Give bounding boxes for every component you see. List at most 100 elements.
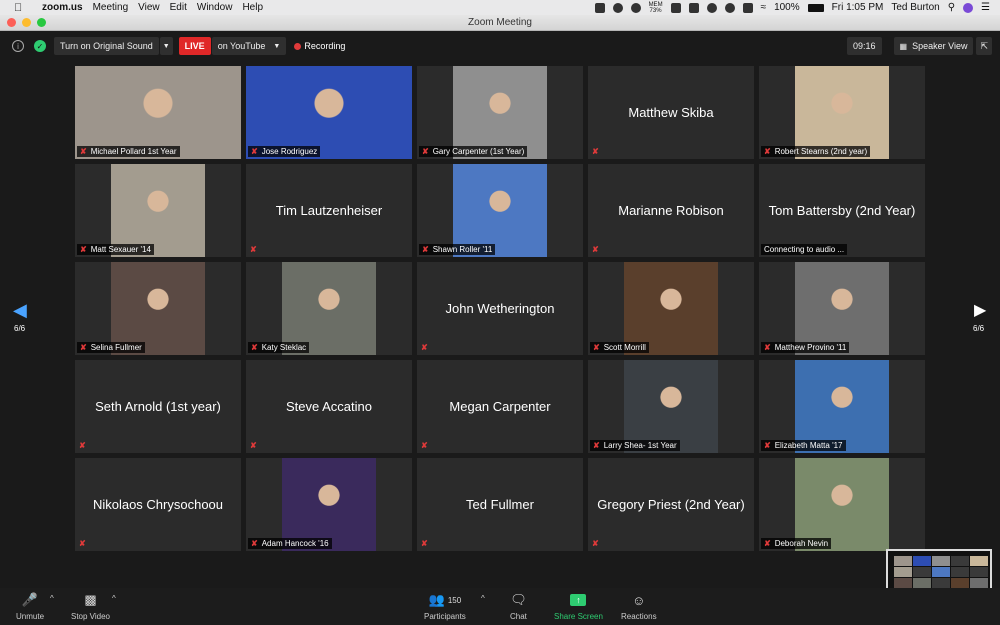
muted-microphone-icon: ✘	[421, 441, 428, 450]
share-screen-icon: ↑	[570, 592, 587, 608]
menu-help[interactable]: Help	[242, 2, 263, 13]
participants-label: Participants	[424, 612, 466, 621]
muted-microphone-icon: ✘	[80, 245, 87, 254]
muted-microphone-icon: ✘	[593, 343, 600, 352]
participant-tile[interactable]: Tom Battersby (2nd Year) Connecting to au…	[759, 164, 925, 257]
participant-tile[interactable]: ✘ Michael Pollard 1st Year	[75, 66, 241, 159]
target-icon[interactable]	[612, 2, 623, 13]
participant-tile[interactable]: Ted Fullmer ✘	[417, 458, 583, 551]
fullscreen-button[interactable]: ⇱	[976, 37, 992, 55]
info-icon[interactable]: i	[12, 40, 24, 52]
participants-icon: 👥	[428, 592, 445, 607]
participant-tile[interactable]: ✘ Larry Shea- 1st Year	[588, 360, 754, 453]
participant-tile[interactable]: ✘ Katy Steklac	[246, 262, 412, 355]
participant-nameplate: ✘ Michael Pollard 1st Year	[77, 146, 180, 157]
dropbox-icon[interactable]	[688, 2, 699, 13]
participant-tile[interactable]: ✘ Selina Fullmer	[75, 262, 241, 355]
participant-tile[interactable]: Marianne Robison ✘	[588, 164, 754, 257]
reactions-button[interactable]: ☺ Reactions	[621, 592, 657, 622]
creative-cloud-icon[interactable]	[630, 2, 641, 13]
muted-microphone-icon: ✘	[79, 441, 86, 450]
window-titlebar: Zoom Meeting	[0, 15, 1000, 31]
chat-label: Chat	[510, 612, 527, 621]
live-badge[interactable]: LIVE	[178, 37, 211, 55]
participant-nameplate: ✘ Selina Fullmer	[77, 342, 145, 353]
share-screen-button[interactable]: ↑ Share Screen	[554, 592, 603, 621]
shield-icon[interactable]	[706, 2, 717, 13]
participant-tile[interactable]: ✘ Deborah Nevin	[759, 458, 925, 551]
original-sound-button[interactable]: Turn on Original Sound	[54, 37, 159, 55]
participants-button[interactable]: 👥 150 Participants	[424, 592, 466, 621]
stop-video-button[interactable]: ▩ Stop Video	[71, 592, 110, 621]
participant-tile[interactable]: ✘ Shawn Roller '11	[417, 164, 583, 257]
participant-tile[interactable]: ✘ Matt Sexauer '14	[75, 164, 241, 257]
next-page-arrow-icon[interactable]: ▶	[974, 300, 986, 320]
battery-icon[interactable]	[807, 3, 824, 12]
participant-tile[interactable]: ✘ Matthew Provino '11	[759, 262, 925, 355]
participant-nameplate: ✘ Robert Stearns (2nd year)	[761, 146, 871, 157]
notification-center-icon[interactable]: ☰	[981, 2, 990, 13]
participant-tile[interactable]: Gregory Priest (2nd Year) ✘	[588, 458, 754, 551]
menu-app[interactable]: zoom.us	[42, 2, 83, 13]
memory-indicator[interactable]: MEM 73%	[649, 2, 663, 14]
muted-microphone-icon: ✘	[251, 147, 258, 156]
participant-tile[interactable]: Megan Carpenter ✘	[417, 360, 583, 453]
user-name[interactable]: Ted Burton	[891, 2, 939, 13]
speaker-view-button[interactable]: ▦ Speaker View	[893, 37, 974, 55]
participant-tile[interactable]: Nikolaos Chrysochoou ✘	[75, 458, 241, 551]
participant-tile[interactable]: Tim Lautzenheiser ✘	[246, 164, 412, 257]
chat-button[interactable]: 🗨 Chat	[510, 592, 527, 621]
participant-tile[interactable]: ✘ Robert Stearns (2nd year)	[759, 66, 925, 159]
unmute-button[interactable]: 🎤 Unmute	[16, 592, 44, 621]
participant-nameplate: ✘ Adam Hancock '16	[248, 538, 332, 549]
recording-label[interactable]: Recording	[304, 41, 345, 51]
bluetooth-icon[interactable]	[742, 2, 753, 13]
previous-page-arrow-icon[interactable]: ◀	[13, 300, 27, 321]
video-grid: ✘ Michael Pollard 1st Year ✘ Jose Rodriguez…	[75, 66, 925, 552]
participants-options-chevron-icon[interactable]: ^	[481, 594, 485, 603]
participant-nameplate: ✘ Matt Sexauer '14	[77, 244, 154, 255]
security-shield-icon[interactable]: ✓	[34, 40, 46, 52]
participant-name: Gregory Priest (2nd Year)	[597, 497, 745, 512]
close-window-button[interactable]	[7, 18, 16, 27]
muted-microphone-icon: ✘	[592, 539, 599, 548]
video-options-chevron-icon[interactable]: ^	[112, 594, 116, 603]
live-target-button[interactable]: on YouTube ▼	[211, 37, 287, 55]
menu-window[interactable]: Window	[197, 2, 233, 13]
participant-tile[interactable]: Matthew Skiba ✘	[588, 66, 754, 159]
participant-tile[interactable]: ✘ Gary Carpenter (1st Year)	[417, 66, 583, 159]
participant-tile[interactable]: Steve Accatino ✘	[246, 360, 412, 453]
participant-name: Seth Arnold (1st year)	[95, 399, 221, 414]
participant-name: Selina Fullmer	[90, 343, 142, 352]
menu-view[interactable]: View	[138, 2, 160, 13]
minimize-window-button[interactable]	[22, 18, 31, 27]
spotlight-icon[interactable]: ⚲	[948, 2, 955, 13]
page-count-right: 6/6	[973, 324, 985, 333]
audio-options-chevron-icon[interactable]: ^	[50, 594, 54, 603]
participant-tile[interactable]: John Wetherington ✘	[417, 262, 583, 355]
muted-microphone-icon: ✘	[79, 539, 86, 548]
participant-tile[interactable]: ✘ Scott Morrill	[588, 262, 754, 355]
participant-tile[interactable]: ✘ Adam Hancock '16	[246, 458, 412, 551]
participant-tile[interactable]: ✘ Jose Rodriguez	[246, 66, 412, 159]
maximize-window-button[interactable]	[37, 18, 46, 27]
apple-icon[interactable]: 	[14, 2, 28, 14]
original-sound-chevron[interactable]: ▼	[159, 37, 173, 55]
menu-meeting[interactable]: Meeting	[93, 2, 129, 13]
participant-name: Katy Steklac	[261, 343, 307, 352]
muted-microphone-icon: ✘	[251, 343, 258, 352]
thumbnail-tile	[894, 567, 912, 577]
battery-percent[interactable]: 100%	[774, 2, 800, 13]
siri-icon[interactable]	[963, 2, 974, 13]
time-machine-icon[interactable]	[724, 2, 735, 13]
wifi-icon[interactable]: ≈	[761, 2, 767, 13]
window-title: Zoom Meeting	[468, 17, 532, 28]
thumbnail-tile	[970, 578, 988, 588]
participant-tile[interactable]: ✘ Elizabeth Matta '17	[759, 360, 925, 453]
muted-microphone-icon: ✘	[764, 147, 771, 156]
participant-tile[interactable]: Seth Arnold (1st year) ✘	[75, 360, 241, 453]
app-icon[interactable]	[670, 2, 681, 13]
clock[interactable]: Fri 1:05 PM	[832, 2, 884, 13]
zoom-status-icon[interactable]	[594, 2, 605, 13]
menu-edit[interactable]: Edit	[170, 2, 187, 13]
